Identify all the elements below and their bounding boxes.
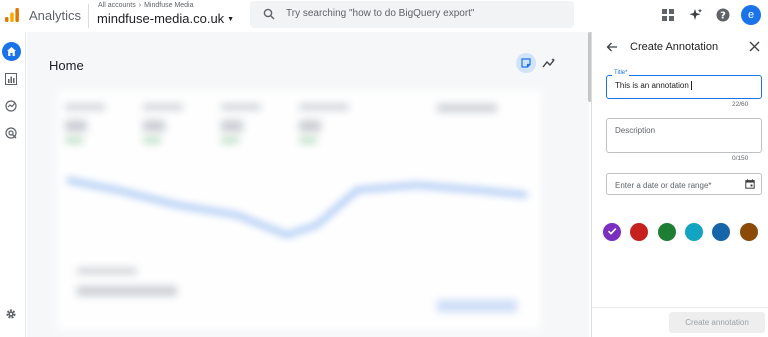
svg-text:?: ? — [720, 11, 726, 22]
apps-grid-icon[interactable] — [661, 8, 675, 22]
title-field-value[interactable]: This is an annotation — [615, 81, 692, 91]
insights-trend-icon[interactable] — [542, 57, 556, 69]
caret-down-icon: ▼ — [227, 16, 235, 24]
left-nav-rail — [0, 32, 26, 337]
description-field[interactable] — [606, 118, 762, 153]
create-annotation-button[interactable]: Create annotation — [669, 312, 765, 333]
page-title: Home — [49, 58, 84, 73]
date-range-placeholder: Enter a date or date range* — [615, 181, 712, 190]
top-bar: Analytics All accounts › Mindfuse Media mi… — [0, 0, 768, 32]
description-placeholder: Description — [615, 126, 656, 135]
close-icon[interactable] — [749, 41, 760, 52]
annotation-button[interactable] — [516, 53, 536, 73]
home-icon — [7, 47, 16, 56]
app-name: Analytics — [29, 8, 82, 23]
title-field-label: Title* — [612, 70, 630, 76]
color-swatch[interactable] — [657, 223, 676, 241]
title-char-counter: 22/60 — [732, 101, 749, 108]
color-swatch[interactable] — [712, 223, 731, 241]
title-field-text: This is an annotation — [615, 81, 689, 90]
search-placeholder: Try searching "how to do BigQuery export… — [286, 8, 475, 19]
reports-icon[interactable] — [5, 73, 17, 85]
explore-icon[interactable] — [5, 100, 17, 112]
panel-title: Create Annotation — [630, 41, 719, 53]
main-content: Home — [27, 32, 589, 337]
help-icon[interactable]: ? — [716, 8, 730, 22]
avatar[interactable]: e — [741, 5, 761, 25]
annotation-note-icon — [521, 58, 531, 68]
nav-home-button[interactable] — [2, 42, 21, 61]
chevron-right-icon: › — [138, 2, 142, 9]
blurred-overview-card — [57, 90, 541, 330]
color-swatch[interactable] — [684, 223, 703, 241]
analytics-logo-icon[interactable] — [4, 7, 20, 23]
search-bar[interactable]: Try searching "how to do BigQuery export… — [250, 1, 574, 28]
search-icon — [263, 8, 275, 20]
advertising-icon[interactable] — [5, 127, 17, 139]
arrow-back-icon[interactable] — [606, 41, 618, 53]
breadcrumb-property[interactable]: Mindfuse Media — [144, 2, 193, 9]
property-name[interactable]: mindfuse-media.co.uk — [97, 11, 224, 26]
description-char-counter: 0/150 — [732, 155, 749, 162]
text-cursor — [690, 81, 692, 91]
settings-gear-icon[interactable] — [5, 308, 17, 320]
breadcrumb[interactable]: All accounts › Mindfuse Media — [98, 2, 194, 9]
calendar-icon[interactable] — [745, 179, 755, 189]
sparkle-icon[interactable] — [689, 8, 703, 22]
color-swatch[interactable] — [603, 223, 621, 241]
property-selector[interactable]: mindfuse-media.co.uk ▼ — [97, 11, 234, 26]
breadcrumb-account[interactable]: All accounts — [98, 2, 136, 9]
color-swatch[interactable] — [630, 223, 649, 241]
create-annotation-panel: Create Annotation Title* This is an anno… — [591, 32, 768, 337]
panel-footer-divider — [592, 307, 768, 308]
color-swatch[interactable] — [739, 223, 758, 241]
checkmark-icon — [607, 228, 617, 235]
topbar-divider — [88, 4, 89, 28]
